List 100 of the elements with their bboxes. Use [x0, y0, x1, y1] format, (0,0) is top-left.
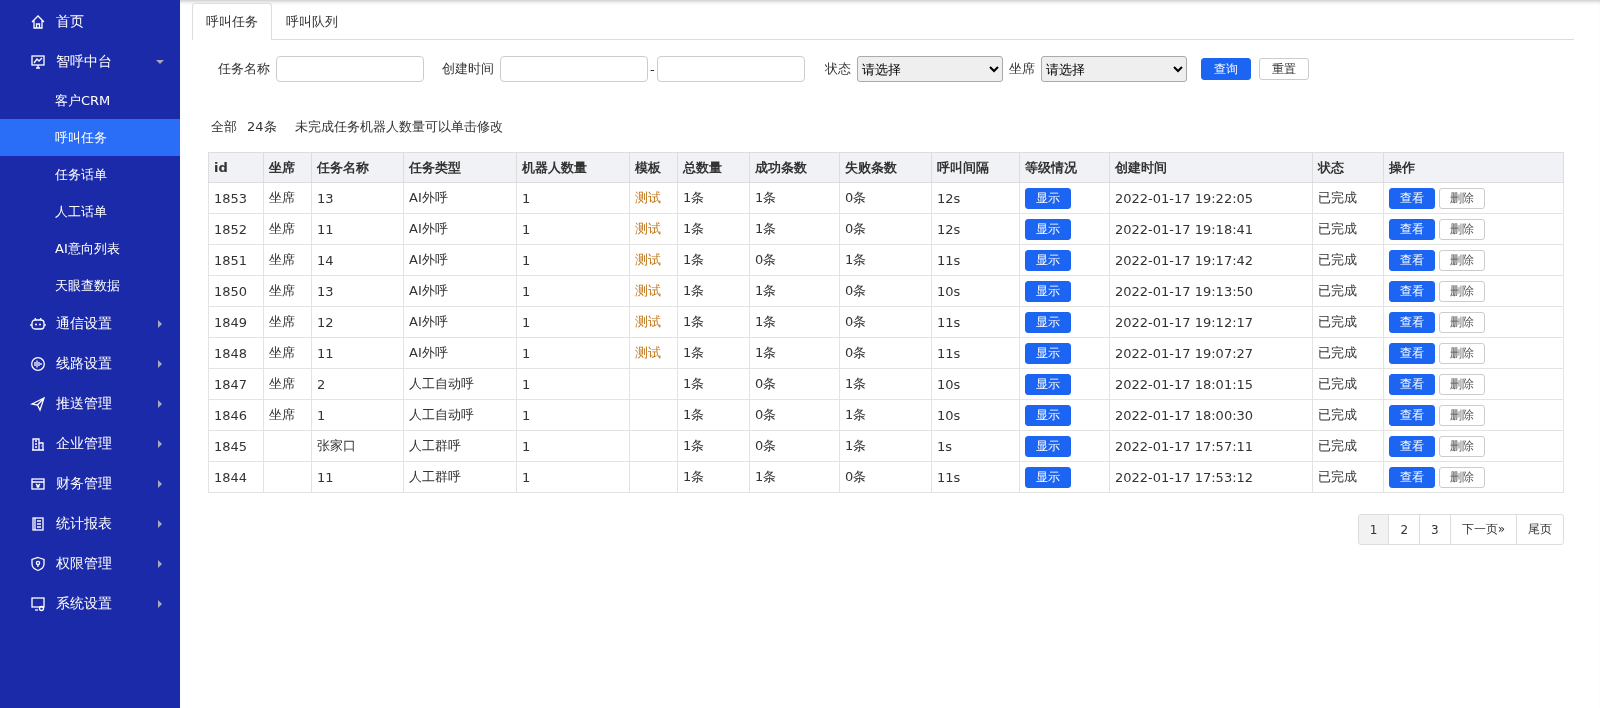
input-field[interactable] [276, 56, 424, 82]
last-page-button[interactable]: 尾页 [1516, 514, 1564, 545]
menu-item[interactable]: 系统设置 [0, 584, 180, 624]
menu-item[interactable]: 首页 [0, 2, 180, 42]
menu-item[interactable]: 财务管理 [0, 464, 180, 504]
show-button[interactable]: 显示 [1025, 435, 1071, 457]
table-cell: 1条 [677, 182, 750, 214]
view-button[interactable]: 查看 [1389, 435, 1435, 457]
column-header: 创建时间 [1109, 152, 1313, 183]
show-button[interactable]: 显示 [1025, 311, 1071, 333]
next-page-button[interactable]: 下一页» [1449, 514, 1517, 545]
page-button[interactable]: 2 [1388, 514, 1420, 545]
select-field[interactable]: 请选择 [1040, 56, 1187, 82]
show-button[interactable]: 显示 [1025, 466, 1071, 488]
show-button[interactable]: 显示 [1025, 218, 1071, 240]
table-cell: 14 [311, 244, 404, 276]
show-button[interactable]: 显示 [1025, 249, 1071, 271]
submenu-item[interactable]: 呼叫任务 [0, 119, 180, 156]
view-button[interactable]: 查看 [1389, 187, 1435, 209]
delete-button[interactable]: 删除 [1439, 435, 1485, 457]
monitor-icon [30, 54, 46, 70]
view-button[interactable]: 查看 [1389, 466, 1435, 488]
table-cell: 1 [516, 275, 630, 307]
delete-button[interactable]: 删除 [1439, 311, 1485, 333]
table-cell: 1846 [208, 399, 264, 431]
table-cell: 0条 [839, 213, 932, 245]
show-button[interactable]: 显示 [1025, 187, 1071, 209]
table-cell: 2022-01-17 17:57:11 [1109, 430, 1313, 462]
page-button[interactable]: 1 [1357, 514, 1390, 545]
view-button[interactable]: 查看 [1389, 218, 1435, 240]
table-cell: 已完成 [1312, 368, 1384, 400]
menu-item[interactable]: 线路设置 [0, 344, 180, 384]
menu-item[interactable]: 统计报表 [0, 504, 180, 544]
table-cell: 0条 [839, 461, 932, 493]
table-cell: 10s [931, 399, 1020, 431]
submenu-item[interactable]: 人工话单 [0, 193, 180, 230]
view-button[interactable]: 查看 [1389, 311, 1435, 333]
delete-button[interactable]: 删除 [1439, 187, 1485, 209]
table-cell: 1848 [208, 337, 264, 369]
table-cell: 1条 [677, 430, 750, 462]
select-field[interactable]: 请选择 [856, 56, 1003, 82]
view-button[interactable]: 查看 [1389, 373, 1435, 395]
reset-button[interactable]: 重置 [1258, 58, 1309, 80]
view-button[interactable]: 查看 [1389, 249, 1435, 271]
table-cell: 1条 [749, 461, 840, 493]
delete-button[interactable]: 删除 [1439, 466, 1485, 488]
table-cell: 1条 [677, 461, 750, 493]
table-cell: 1 [516, 399, 630, 431]
table-cell: 测试 [629, 244, 678, 276]
delete-button[interactable]: 删除 [1439, 404, 1485, 426]
delete-button[interactable]: 删除 [1439, 218, 1485, 240]
date-field[interactable] [500, 56, 648, 82]
view-button[interactable]: 查看 [1389, 342, 1435, 364]
table-cell: 0条 [839, 275, 932, 307]
table-cell: 坐席 [263, 275, 312, 307]
view-button[interactable]: 查看 [1389, 280, 1435, 302]
table-cell: 0条 [839, 337, 932, 369]
delete-button[interactable]: 删除 [1439, 249, 1485, 271]
menu-item[interactable]: 权限管理 [0, 544, 180, 584]
column-header: 呼叫间隔 [931, 152, 1020, 183]
delete-button[interactable]: 删除 [1439, 280, 1485, 302]
submenu-item[interactable]: 客户CRM [0, 82, 180, 119]
delete-button[interactable]: 删除 [1439, 342, 1485, 364]
page-button[interactable]: 3 [1419, 514, 1451, 545]
show-button[interactable]: 显示 [1025, 404, 1071, 426]
table-cell: AI外呼 [403, 182, 517, 214]
view-button[interactable]: 查看 [1389, 404, 1435, 426]
table-cell: 2 [311, 368, 404, 400]
table-cell: 测试 [629, 337, 678, 369]
menu-item[interactable]: 智呼中台 [0, 42, 180, 82]
table-cell: 2022-01-17 19:12:17 [1109, 306, 1313, 338]
menu-item[interactable]: 通信设置 [0, 304, 180, 344]
table-cell: 1条 [749, 337, 840, 369]
submenu-item[interactable]: 任务话单 [0, 156, 180, 193]
menu-item[interactable]: 推送管理 [0, 384, 180, 424]
table-cell: 11 [311, 461, 404, 493]
table-cell: 13 [311, 275, 404, 307]
submenu-item[interactable]: AI意向列表 [0, 230, 180, 267]
table-cell: 2022-01-17 17:53:12 [1109, 461, 1313, 493]
delete-button[interactable]: 删除 [1439, 373, 1485, 395]
table-cell: 2022-01-17 19:17:42 [1109, 244, 1313, 276]
table-cell: 1 [516, 213, 630, 245]
search-button[interactable]: 查询 [1200, 58, 1251, 80]
table-cell: 1852 [208, 213, 264, 245]
show-button[interactable]: 显示 [1025, 373, 1071, 395]
table-cell: AI外呼 [403, 275, 517, 307]
submenu-item[interactable]: 天眼查数据 [0, 267, 180, 304]
total-label: 全部 [211, 118, 237, 136]
column-header: 成功条数 [749, 152, 840, 183]
table-cell: 2022-01-17 19:07:27 [1109, 337, 1313, 369]
date-field[interactable] [656, 56, 805, 82]
tab[interactable]: 呼叫任务 [192, 3, 272, 40]
table-cell: 11 [311, 213, 404, 245]
tab[interactable]: 呼叫队列 [272, 3, 352, 40]
menu-item[interactable]: 企业管理 [0, 424, 180, 464]
show-button[interactable]: 显示 [1025, 280, 1071, 302]
paper-plane-icon [30, 396, 46, 412]
table-cell: 11s [931, 244, 1020, 276]
column-header: 坐席 [263, 152, 312, 183]
show-button[interactable]: 显示 [1025, 342, 1071, 364]
